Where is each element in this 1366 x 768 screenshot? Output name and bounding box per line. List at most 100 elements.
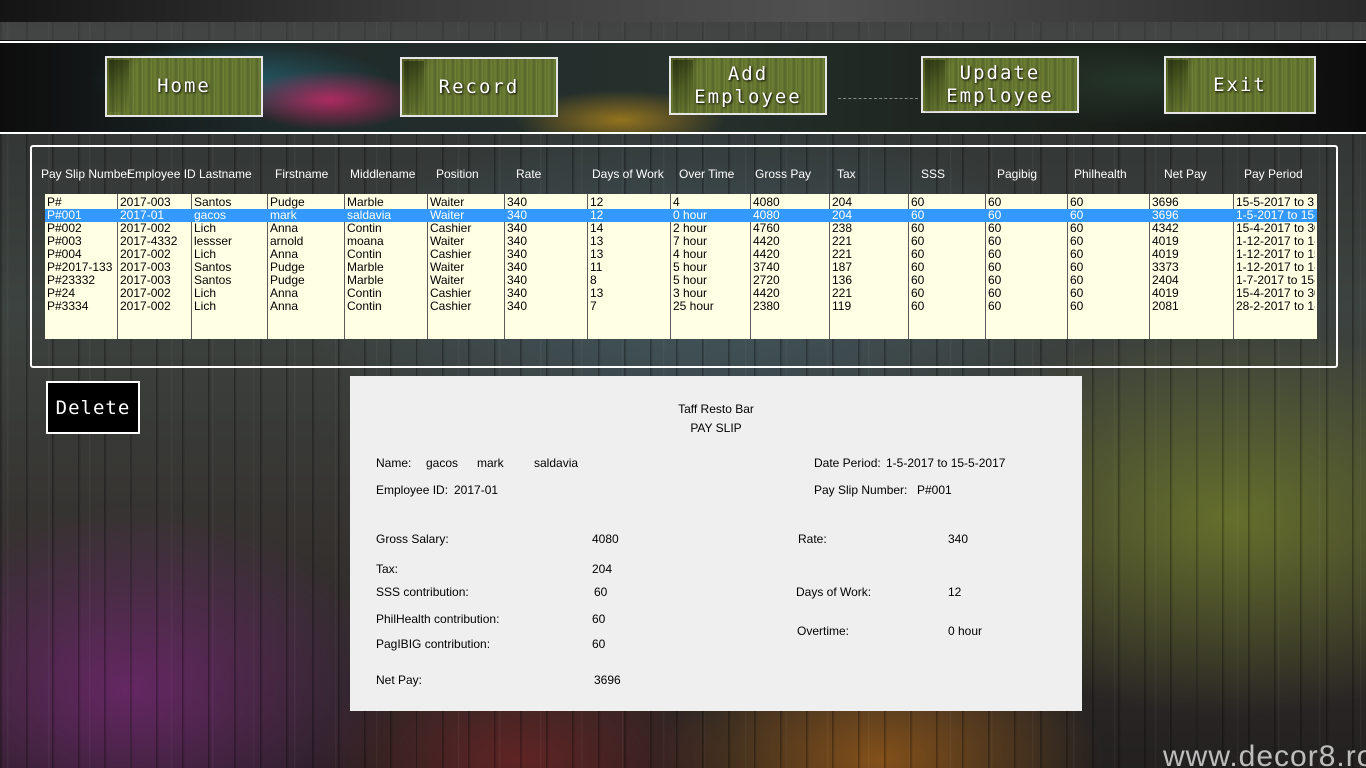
cell-employee-id[interactable]: 2017-002	[120, 222, 190, 235]
update-employee-button[interactable]: Update Employee	[921, 56, 1079, 113]
cell-firstname[interactable]: arnold	[270, 235, 343, 248]
cell-lastname[interactable]: Santos	[194, 274, 266, 287]
col-header-tax[interactable]: Tax	[837, 166, 856, 182]
cell-payslip-number[interactable]: P#24	[47, 287, 116, 300]
cell-middlename[interactable]: Contin	[347, 287, 426, 300]
cell-rate[interactable]: 340	[507, 196, 586, 209]
cell-rate[interactable]: 340	[507, 261, 586, 274]
cell-days-of-work[interactable]: 14	[590, 222, 669, 235]
cell-tax[interactable]: 187	[832, 261, 907, 274]
cell-position[interactable]: Waiter	[430, 209, 503, 222]
cell-net-pay[interactable]: 3696	[1152, 196, 1232, 209]
cell-position[interactable]: Cashier	[430, 287, 503, 300]
cell-net-pay[interactable]: 2081	[1152, 300, 1232, 313]
cell-gross-pay[interactable]: 3740	[753, 261, 828, 274]
cell-pagibig[interactable]: 60	[988, 235, 1066, 248]
cell-philhealth[interactable]: 60	[1070, 274, 1148, 287]
col-header-pagibig[interactable]: Pagibig	[997, 166, 1037, 182]
cell-days-of-work[interactable]: 13	[590, 235, 669, 248]
cell-sss[interactable]: 60	[911, 274, 984, 287]
cell-tax[interactable]: 136	[832, 274, 907, 287]
cell-employee-id[interactable]: 2017-002	[120, 287, 190, 300]
col-header-middlename[interactable]: Middlename	[350, 166, 415, 182]
table-row[interactable]: P# 2017-003 Santos Pudge Marble Waiter 340 12 4 4…	[45, 196, 1317, 209]
cell-lastname[interactable]: Lich	[194, 287, 266, 300]
table-row[interactable]: P#23332 2017-003 Santos Pudge Marble Waiter 34…	[45, 274, 1317, 287]
cell-rate[interactable]: 340	[507, 274, 586, 287]
cell-position[interactable]: Cashier	[430, 300, 503, 313]
cell-tax[interactable]: 221	[832, 287, 907, 300]
cell-pagibig[interactable]: 60	[988, 248, 1066, 261]
cell-payslip-number[interactable]: P#3334	[47, 300, 116, 313]
add-employee-button[interactable]: Add Employee	[669, 56, 827, 115]
cell-lastname[interactable]: lessser	[194, 235, 266, 248]
cell-firstname[interactable]: Pudge	[270, 196, 343, 209]
cell-employee-id[interactable]: 2017-002	[120, 300, 190, 313]
cell-position[interactable]: Cashier	[430, 222, 503, 235]
col-header-gross-pay[interactable]: Gross Pay	[755, 166, 811, 182]
cell-gross-pay[interactable]: 4420	[753, 287, 828, 300]
cell-net-pay[interactable]: 3373	[1152, 261, 1232, 274]
cell-middlename[interactable]: Marble	[347, 196, 426, 209]
cell-pay-period[interactable]: 15-4-2017 to 30	[1236, 287, 1315, 300]
cell-gross-pay[interactable]: 4760	[753, 222, 828, 235]
cell-net-pay[interactable]: 3696	[1152, 209, 1232, 222]
home-button[interactable]: Home	[105, 56, 263, 117]
cell-tax[interactable]: 119	[832, 300, 907, 313]
cell-payslip-number[interactable]: P#	[47, 196, 116, 209]
cell-philhealth[interactable]: 60	[1070, 209, 1148, 222]
cell-days-of-work[interactable]: 8	[590, 274, 669, 287]
cell-over-time[interactable]: 0 hour	[673, 209, 749, 222]
cell-position[interactable]: Waiter	[430, 235, 503, 248]
cell-pay-period[interactable]: 1-12-2017 to 1-	[1236, 261, 1315, 274]
cell-pagibig[interactable]: 60	[988, 196, 1066, 209]
cell-payslip-number[interactable]: P#004	[47, 248, 116, 261]
cell-over-time[interactable]: 4 hour	[673, 248, 749, 261]
col-header-pay-period[interactable]: Pay Period	[1244, 166, 1303, 182]
col-header-over-time[interactable]: Over Time	[679, 166, 734, 182]
cell-lastname[interactable]: Lich	[194, 248, 266, 261]
cell-days-of-work[interactable]: 12	[590, 209, 669, 222]
cell-sss[interactable]: 60	[911, 300, 984, 313]
cell-sss[interactable]: 60	[911, 261, 984, 274]
cell-pagibig[interactable]: 60	[988, 274, 1066, 287]
cell-middlename[interactable]: Contin	[347, 248, 426, 261]
cell-payslip-number[interactable]: P#001	[47, 209, 116, 222]
table-row[interactable]: P#2017-133 2017-003 Santos Pudge Marble Waite…	[45, 261, 1317, 274]
cell-employee-id[interactable]: 2017-003	[120, 196, 190, 209]
cell-pay-period[interactable]: 15-5-2017 to 31	[1236, 196, 1315, 209]
col-header-philhealth[interactable]: Philhealth	[1074, 166, 1127, 182]
cell-employee-id[interactable]: 2017-01	[120, 209, 190, 222]
cell-position[interactable]: Waiter	[430, 261, 503, 274]
cell-sss[interactable]: 60	[911, 248, 984, 261]
cell-pay-period[interactable]: 1-12-2017 to 15	[1236, 248, 1315, 261]
cell-over-time[interactable]: 5 hour	[673, 274, 749, 287]
cell-net-pay[interactable]: 4019	[1152, 248, 1232, 261]
cell-lastname[interactable]: Lich	[194, 300, 266, 313]
cell-lastname[interactable]: Santos	[194, 196, 266, 209]
cell-philhealth[interactable]: 60	[1070, 287, 1148, 300]
cell-pagibig[interactable]: 60	[988, 287, 1066, 300]
cell-tax[interactable]: 221	[832, 248, 907, 261]
cell-net-pay[interactable]: 4019	[1152, 235, 1232, 248]
cell-net-pay[interactable]: 4342	[1152, 222, 1232, 235]
cell-over-time[interactable]: 7 hour	[673, 235, 749, 248]
cell-lastname[interactable]: Santos	[194, 261, 266, 274]
cell-gross-pay[interactable]: 4420	[753, 235, 828, 248]
cell-sss[interactable]: 60	[911, 196, 984, 209]
cell-sss[interactable]: 60	[911, 235, 984, 248]
cell-position[interactable]: Cashier	[430, 248, 503, 261]
cell-payslip-number[interactable]: P#003	[47, 235, 116, 248]
cell-net-pay[interactable]: 4019	[1152, 287, 1232, 300]
cell-payslip-number[interactable]: P#23332	[47, 274, 116, 287]
cell-tax[interactable]: 238	[832, 222, 907, 235]
cell-rate[interactable]: 340	[507, 209, 586, 222]
cell-days-of-work[interactable]: 13	[590, 287, 669, 300]
table-row[interactable]: P#002 2017-002 Lich Anna Contin Cashier 340 14 2…	[45, 222, 1317, 235]
cell-firstname[interactable]: Anna	[270, 222, 343, 235]
table-row[interactable]: P#3334 2017-002 Lich Anna Contin Cashier 340 7 2…	[45, 300, 1317, 313]
cell-rate[interactable]: 340	[507, 222, 586, 235]
cell-firstname[interactable]: Pudge	[270, 261, 343, 274]
cell-middlename[interactable]: Marble	[347, 261, 426, 274]
cell-firstname[interactable]: Pudge	[270, 274, 343, 287]
